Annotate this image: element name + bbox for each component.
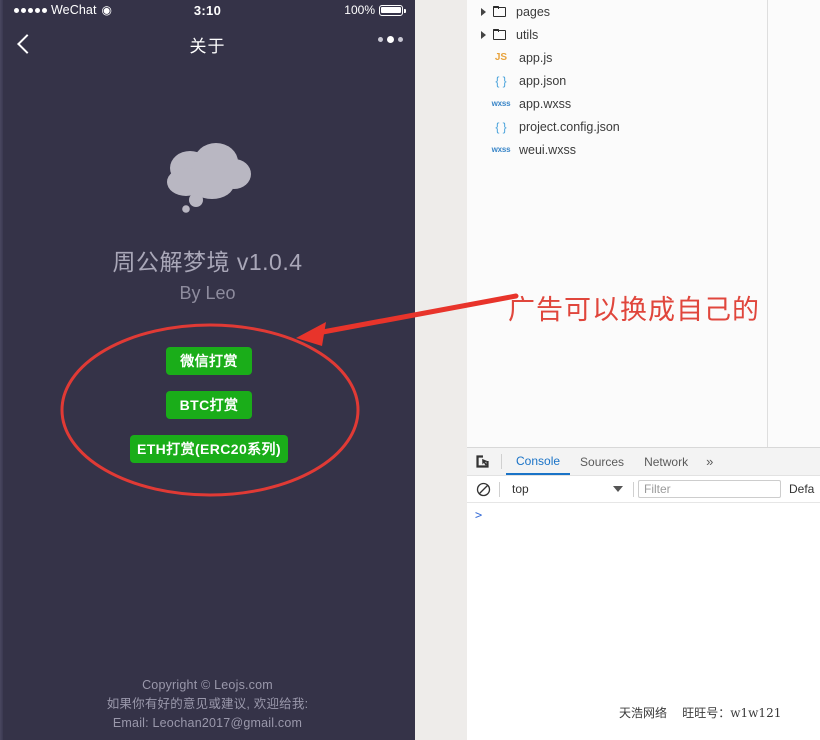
tree-item-app-js[interactable]: JS app.js <box>467 46 820 69</box>
log-levels-dropdown[interactable]: Defa <box>789 482 814 496</box>
tree-item-weui-wxss[interactable]: wxss weui.wxss <box>467 138 820 161</box>
tree-item-label: utils <box>516 27 539 42</box>
toolbar-separator <box>501 454 502 469</box>
wxss-file-icon: wxss <box>491 99 511 108</box>
clear-console-button[interactable] <box>471 477 495 501</box>
app-logo <box>0 140 415 230</box>
tree-item-label: app.wxss <box>519 96 572 111</box>
phone-simulator: WeChat ◉ 3:10 100% 关于 周公解梦境 v1.0.4 By Le… <box>0 0 415 740</box>
ide-pane: pages utils JS app.js { } app.json wxss … <box>467 0 820 740</box>
json-file-icon: { } <box>495 119 507 134</box>
tab-console[interactable]: Console <box>506 449 571 475</box>
tree-item-project-config-json[interactable]: { } project.config.json <box>467 115 820 138</box>
console-filter-input[interactable] <box>638 480 781 498</box>
tree-item-label: pages <box>516 4 551 19</box>
tab-sources[interactable]: Sources <box>570 449 634 475</box>
tree-item-utils[interactable]: utils <box>467 23 820 46</box>
screenshot-root: WeChat ◉ 3:10 100% 关于 周公解梦境 v1.0.4 By Le… <box>0 0 820 740</box>
execution-context-select[interactable]: top <box>504 479 629 499</box>
status-bar-right: 100% <box>344 3 407 17</box>
inspect-element-icon <box>475 455 489 468</box>
eth-donate-button[interactable]: ETH打赏(ERC20系列) <box>130 435 288 463</box>
more-menu-button[interactable] <box>378 36 403 43</box>
thought-cloud-icon <box>167 143 251 213</box>
phone-left-edge <box>0 0 3 740</box>
inspect-element-button[interactable] <box>467 449 497 475</box>
status-bar: WeChat ◉ 3:10 100% <box>0 0 415 22</box>
footer-suggestion: 如果你有好的意见或建议, 欢迎给我: <box>106 697 309 711</box>
console-prompt-icon: > <box>475 508 483 522</box>
json-file-icon: { } <box>495 73 507 88</box>
triangle-right-icon[interactable] <box>475 30 491 39</box>
page-title: 关于 <box>189 37 226 56</box>
watermark-label: 天浩网络 旺旺号：w1w121 <box>619 706 782 720</box>
battery-percent-label: 100% <box>344 3 375 17</box>
tree-item-label: app.json <box>519 73 567 88</box>
window-gutter <box>415 0 467 740</box>
btc-donate-button[interactable]: BTC打赏 <box>166 391 252 419</box>
tab-network[interactable]: Network <box>634 449 698 475</box>
folder-icon <box>493 28 508 41</box>
app-name-version: 周公解梦境 v1.0.4 <box>112 249 303 275</box>
toolbar-separator <box>499 481 500 497</box>
js-file-icon: JS <box>494 52 508 63</box>
tree-item-app-json[interactable]: { } app.json <box>467 69 820 92</box>
tree-item-label: app.js <box>519 50 553 65</box>
toolbar-separator <box>633 481 634 497</box>
footer-email: Email: Leochan2017@gmail.com <box>112 716 303 730</box>
wechat-donate-button[interactable]: 微信打赏 <box>166 347 252 375</box>
tree-item-label: project.config.json <box>519 119 620 134</box>
app-author: By Leo <box>179 283 236 303</box>
footer-text: Copyright © Leojs.com 如果你有好的意见或建议, 欢迎给我:… <box>0 676 415 733</box>
battery-icon <box>379 4 407 16</box>
tree-item-pages[interactable]: pages <box>467 0 820 23</box>
wxss-file-icon: wxss <box>491 145 511 154</box>
execution-context-value: top <box>512 482 529 496</box>
folder-icon <box>493 5 508 18</box>
nav-bar: 关于 <box>0 22 415 68</box>
triangle-right-icon[interactable] <box>475 7 491 16</box>
devtools-panel: Console Sources Network » top Filter Def… <box>467 447 820 740</box>
chevron-down-icon <box>613 486 623 492</box>
tree-item-app-wxss[interactable]: wxss app.wxss <box>467 92 820 115</box>
console-toolbar: top Defa <box>467 476 820 503</box>
tree-item-label: weui.wxss <box>519 142 576 157</box>
more-tabs-button[interactable]: » <box>698 454 721 469</box>
clear-console-icon <box>476 482 490 496</box>
file-tree-panel: pages utils JS app.js { } app.json wxss … <box>467 0 820 447</box>
footer-copyright: Copyright © Leojs.com <box>142 678 273 692</box>
devtools-tabbar: Console Sources Network » <box>467 448 820 476</box>
